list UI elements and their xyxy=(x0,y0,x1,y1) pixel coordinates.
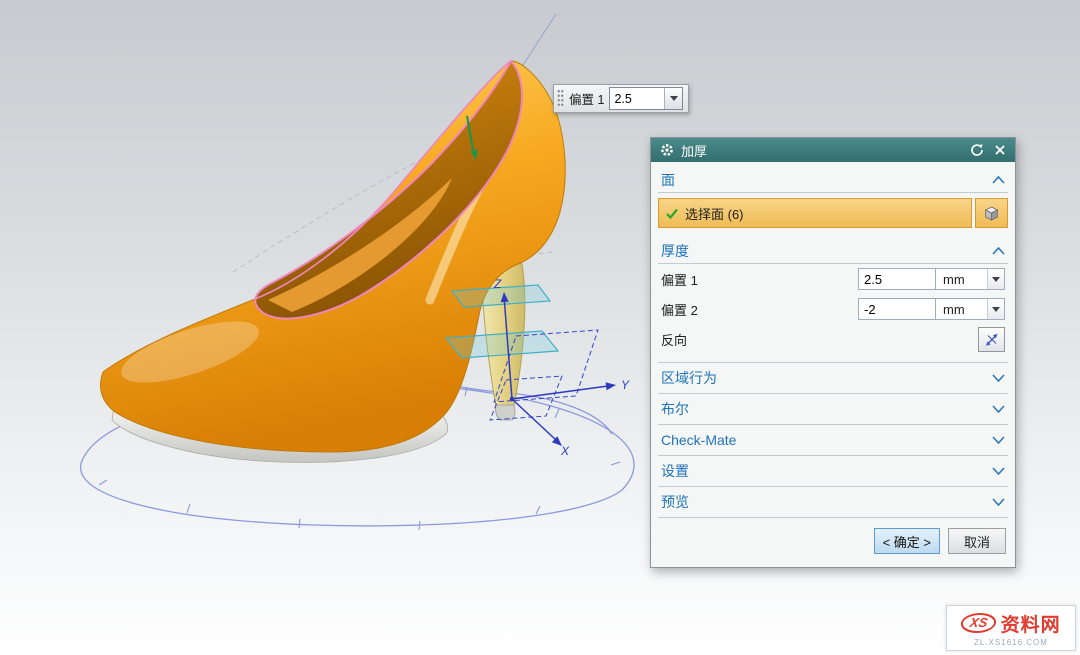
section-header-face[interactable]: 面 xyxy=(658,167,1008,193)
offset2-unit-dropdown-button[interactable] xyxy=(987,299,1004,319)
section-face-label: 面 xyxy=(661,170,675,190)
reverse-direction-button[interactable] xyxy=(978,327,1005,352)
onscreen-offset-toolbar: 偏置 1 xyxy=(553,84,689,113)
dialog-footer: < 确定 > 取消 xyxy=(651,518,1015,567)
offset-toolbar-combo xyxy=(609,87,683,110)
face-selection-row: 选择面 (6) xyxy=(658,198,1008,228)
offset2-label: 偏置 2 xyxy=(661,300,858,319)
select-face-field[interactable]: 选择面 (6) xyxy=(658,198,972,228)
watermark-brand: 资料网 xyxy=(1001,610,1061,637)
chevron-down-icon xyxy=(992,374,1005,382)
watermark-url: ZL.XS1616.COM xyxy=(974,638,1048,647)
offset1-label: 偏置 1 xyxy=(661,270,858,289)
section-header-region-behavior[interactable]: 区域行为 xyxy=(658,363,1008,394)
section-preview-label: 预览 xyxy=(661,492,689,512)
section-header-checkmate[interactable]: Check-Mate xyxy=(658,425,1008,456)
chevron-down-icon xyxy=(992,277,1000,282)
chevron-up-icon xyxy=(992,247,1005,255)
toolbar-grip-handle[interactable] xyxy=(557,89,564,108)
axis-label-x: X xyxy=(560,444,570,458)
gear-icon xyxy=(658,142,675,159)
offset-toolbar-label: 偏置 1 xyxy=(569,89,604,108)
reverse-label: 反向 xyxy=(661,330,978,349)
offset1-unit-combo[interactable]: mm xyxy=(935,268,1005,290)
offset1-unit-label: mm xyxy=(936,269,987,289)
section-settings-label: 设置 xyxy=(661,461,689,481)
axis-label-y: Y xyxy=(621,378,630,392)
offset-toolbar-dropdown-button[interactable] xyxy=(664,88,682,109)
section-region-behavior-label: 区域行为 xyxy=(661,368,717,388)
chevron-down-icon xyxy=(992,405,1005,413)
reverse-direction-icon xyxy=(984,331,1000,347)
face-filter-button[interactable] xyxy=(975,198,1008,228)
section-checkmate-label: Check-Mate xyxy=(661,432,736,448)
section-header-thickness[interactable]: 厚度 xyxy=(658,238,1008,264)
select-face-label: 选择面 (6) xyxy=(685,204,744,223)
heel-tip xyxy=(496,405,515,420)
offset2-unit-combo[interactable]: mm xyxy=(935,298,1005,320)
section-header-settings[interactable]: 设置 xyxy=(658,456,1008,487)
watermark-logo: XS xyxy=(960,613,999,633)
section-header-preview[interactable]: 预览 xyxy=(658,487,1008,518)
chevron-down-icon xyxy=(992,307,1000,312)
offset1-row: 偏置 1 mm xyxy=(658,264,1008,294)
close-icon[interactable] xyxy=(991,142,1008,159)
section-boolean-label: 布尔 xyxy=(661,399,689,419)
section-thickness-label: 厚度 xyxy=(661,241,689,261)
offset2-unit-label: mm xyxy=(936,299,987,319)
check-icon xyxy=(666,208,678,219)
dialog-title: 加厚 xyxy=(681,141,707,160)
thicken-dialog: 加厚 面 xyxy=(650,137,1016,568)
offset1-unit-dropdown-button[interactable] xyxy=(987,269,1004,289)
offset2-input[interactable] xyxy=(858,298,936,320)
chevron-down-icon xyxy=(992,467,1005,475)
cancel-button[interactable]: 取消 xyxy=(948,528,1006,554)
offset1-input[interactable] xyxy=(858,268,936,290)
section-header-boolean[interactable]: 布尔 xyxy=(658,394,1008,425)
application-window: Z Y X 偏置 1 加厚 xyxy=(0,0,1080,655)
chevron-down-icon xyxy=(992,498,1005,506)
dialog-titlebar[interactable]: 加厚 xyxy=(651,138,1015,162)
chevron-down-icon xyxy=(670,96,678,101)
axis-label-z: Z xyxy=(493,277,502,291)
ok-button[interactable]: < 确定 > xyxy=(874,528,940,554)
collapsed-sections: 区域行为 布尔 Check-Mate xyxy=(658,362,1008,518)
reverse-row: 反向 xyxy=(658,324,1008,354)
offset-toolbar-input[interactable] xyxy=(610,88,664,109)
chevron-down-icon xyxy=(992,436,1005,444)
reset-icon[interactable] xyxy=(968,142,985,159)
chevron-up-icon xyxy=(992,176,1005,184)
cube-icon xyxy=(983,205,1000,222)
watermark: XS 资料网 ZL.XS1616.COM xyxy=(946,605,1076,651)
dialog-body: 面 选择面 (6) xyxy=(651,162,1015,518)
offset2-row: 偏置 2 mm xyxy=(658,294,1008,324)
